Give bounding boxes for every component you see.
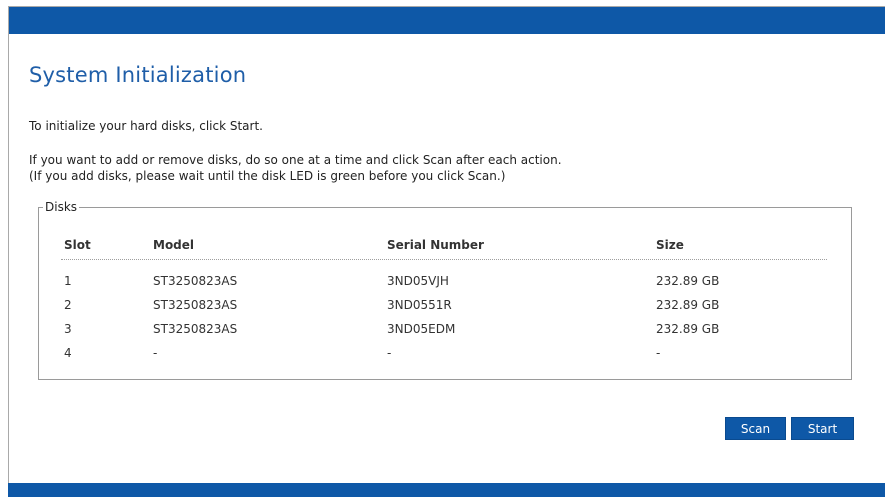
cell-model: - bbox=[153, 346, 158, 360]
column-header-size: Size bbox=[656, 238, 684, 252]
cell-slot: 2 bbox=[64, 298, 72, 312]
column-header-slot: Slot bbox=[64, 238, 91, 252]
page-title: System Initialization bbox=[29, 63, 247, 87]
cell-model: ST3250823AS bbox=[153, 274, 238, 288]
cell-serial: 3ND05EDM bbox=[387, 322, 456, 336]
cell-slot: 3 bbox=[64, 322, 72, 336]
scan-button[interactable]: Scan bbox=[725, 417, 786, 440]
scan-instructions: If you want to add or remove disks, do s… bbox=[29, 152, 562, 184]
header-separator bbox=[61, 259, 827, 260]
cell-model: ST3250823AS bbox=[153, 322, 238, 336]
start-instruction: To initialize your hard disks, click Sta… bbox=[29, 119, 263, 133]
disks-legend: Disks bbox=[43, 200, 80, 214]
scan-instruction-line-2: (If you add disks, please wait until the… bbox=[29, 169, 506, 183]
disks-group: Disks Slot Model Serial Number Size 1 ST… bbox=[38, 200, 852, 380]
cell-serial: - bbox=[387, 346, 392, 360]
cell-size: 232.89 GB bbox=[656, 274, 720, 288]
cell-slot: 1 bbox=[64, 274, 72, 288]
cell-serial: 3ND05VJH bbox=[387, 274, 449, 288]
cell-size: 232.89 GB bbox=[656, 322, 720, 336]
cell-slot: 4 bbox=[64, 346, 72, 360]
header-bar bbox=[9, 7, 885, 34]
scan-instruction-line-1: If you want to add or remove disks, do s… bbox=[29, 153, 562, 167]
start-button[interactable]: Start bbox=[791, 417, 854, 440]
column-header-serial: Serial Number bbox=[387, 238, 484, 252]
column-header-model: Model bbox=[153, 238, 195, 252]
cell-size: - bbox=[656, 346, 661, 360]
footer-bar bbox=[8, 483, 885, 497]
cell-size: 232.89 GB bbox=[656, 298, 720, 312]
cell-serial: 3ND0551R bbox=[387, 298, 452, 312]
cell-model: ST3250823AS bbox=[153, 298, 238, 312]
